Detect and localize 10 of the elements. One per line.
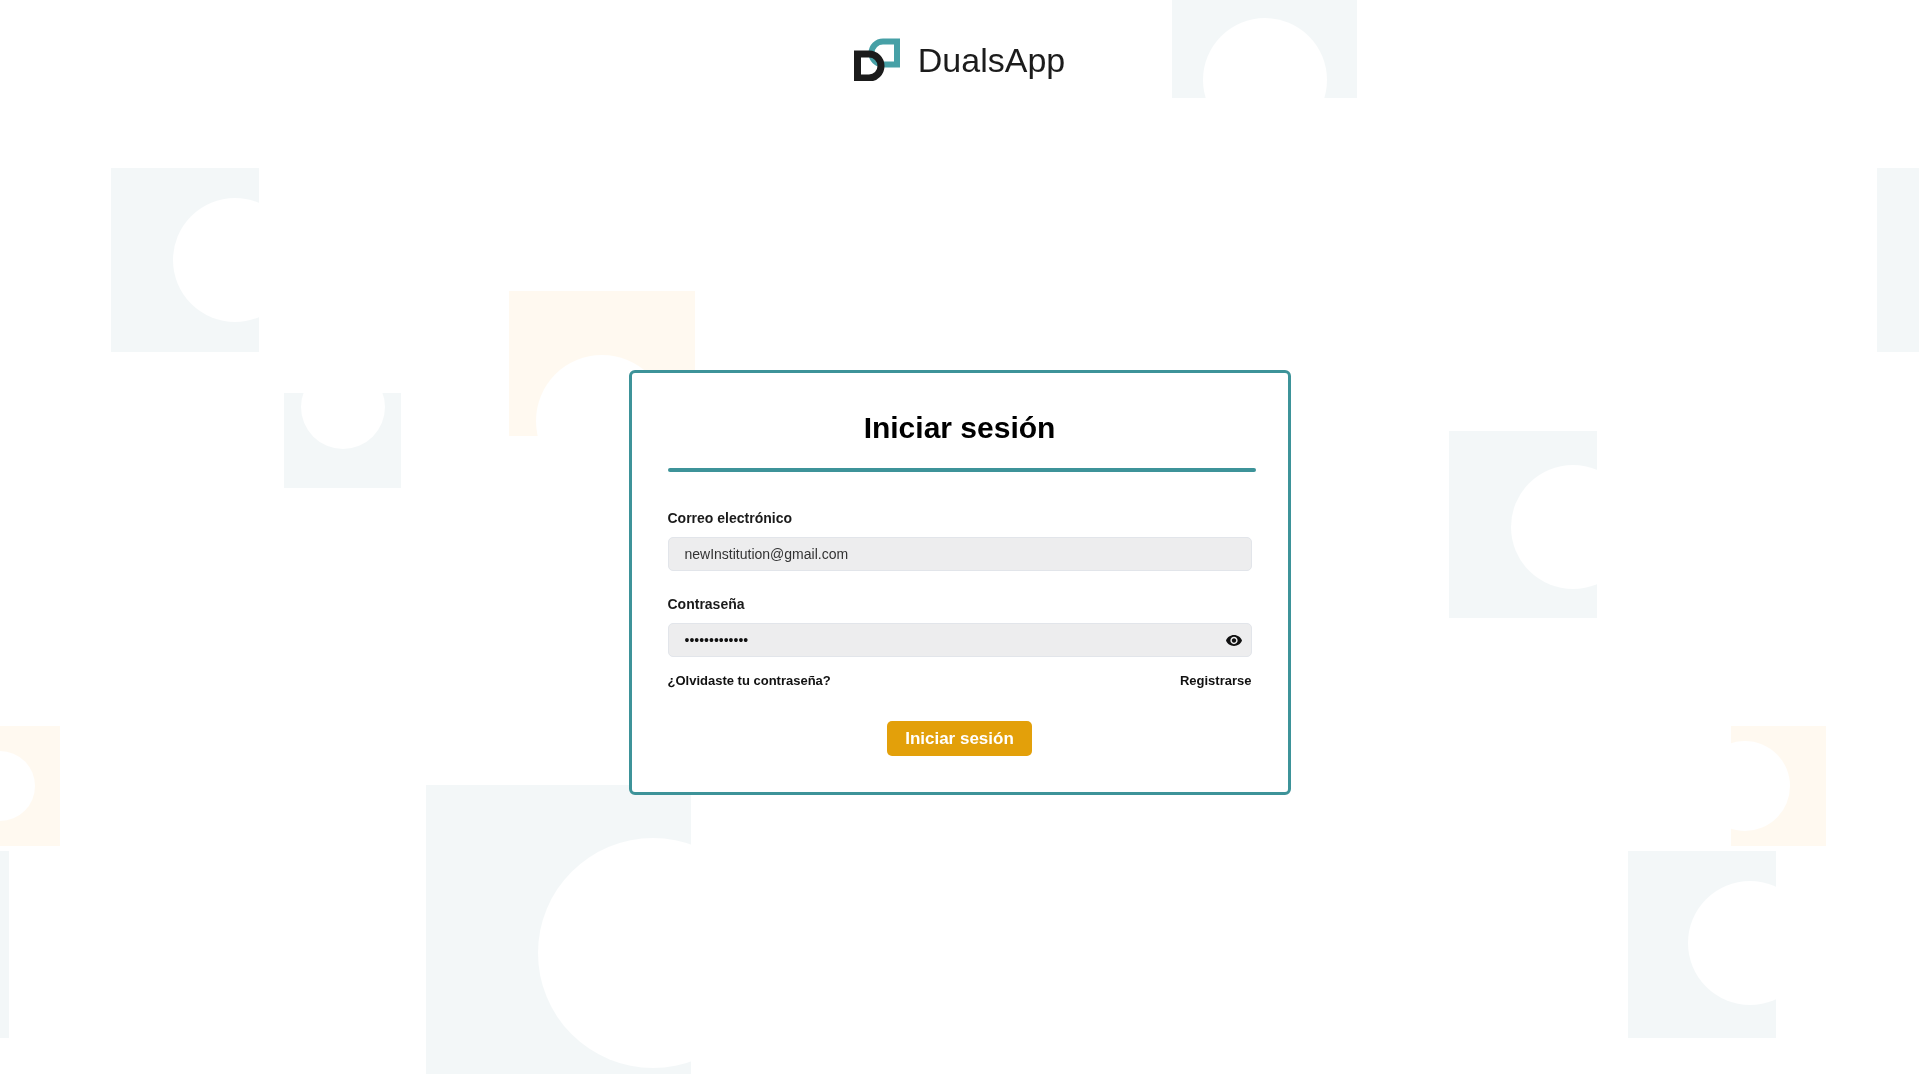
forgot-password-link[interactable]: ¿Olvidaste tu contraseña?: [667, 673, 831, 689]
password-field[interactable]: •••••••••••••: [667, 623, 1252, 657]
field-label: Contraseña: [667, 596, 746, 613]
app-name: DualsApp: [917, 39, 1066, 80]
register-link[interactable]: Registrarse: [1179, 673, 1252, 689]
field-label: Correo electrónico: [667, 510, 793, 527]
logo-icon: [853, 38, 900, 81]
eye-icon[interactable]: [1225, 635, 1242, 646]
form-title: Iniciar sesión: [863, 410, 1056, 446]
email-field[interactable]: newInstitution@gmail.com: [667, 537, 1252, 571]
